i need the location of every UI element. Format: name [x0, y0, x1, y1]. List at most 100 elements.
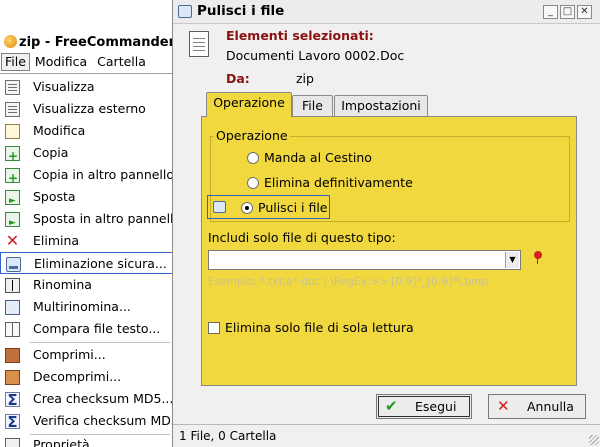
- minimize-button[interactable]: _: [543, 5, 558, 19]
- menu-item-proprieta[interactable]: Proprietà: [0, 434, 173, 447]
- menu-item-elimina[interactable]: ✕ Elimina: [0, 230, 173, 252]
- radio-label: Manda al Cestino: [264, 150, 372, 165]
- status-bar: 1 File, 0 Cartella: [173, 424, 600, 447]
- menu-separator: [30, 342, 170, 343]
- tab-file[interactable]: File: [292, 95, 333, 116]
- delete-icon: ✕: [5, 231, 20, 250]
- checksum-create-icon: Σ: [5, 392, 20, 408]
- resize-grip-icon[interactable]: [589, 435, 599, 445]
- radio-button[interactable]: [247, 177, 259, 189]
- freecommander-app-icon: [4, 35, 17, 48]
- document-icon: [189, 31, 209, 57]
- secure-delete-icon: [6, 257, 21, 272]
- copy-other-panel-icon: [5, 167, 20, 186]
- menu-item-eliminazione-sicura[interactable]: Eliminazione sicura...: [0, 252, 173, 274]
- menu-item-crea-checksum[interactable]: Σ Crea checksum MD5...: [0, 388, 173, 410]
- cancel-button-label: Annulla: [527, 399, 574, 414]
- menu-item-label: Eliminazione sicura...: [34, 256, 167, 271]
- move-other-panel-icon: [5, 212, 20, 230]
- file-type-filter-label: Includi solo file di questo tipo:: [208, 230, 396, 245]
- menu-item-label: Decomprimi...: [33, 369, 122, 384]
- menu-item-label: Proprietà: [33, 437, 90, 447]
- menu-item-label: Sposta: [33, 189, 76, 204]
- operation-group-title: Operazione: [214, 128, 290, 143]
- properties-icon: [5, 438, 20, 447]
- status-text: 1 File, 0 Cartella: [179, 429, 277, 443]
- checkmark-icon: ✔: [385, 397, 398, 415]
- menu-item-copia-altro-pannello[interactable]: Copia in altro pannello: [0, 164, 173, 186]
- menu-item-label: Copia in altro pannello: [33, 167, 173, 182]
- readonly-only-label: Elimina solo file di sola lettura: [225, 320, 414, 335]
- selected-file-name: Documenti Lavoro 0002.Doc: [226, 48, 405, 63]
- file-type-filter-combo[interactable]: ▼: [208, 250, 521, 270]
- tab-impostazioni[interactable]: Impostazioni: [334, 95, 428, 116]
- main-window: zip - FreeCommander File Modifica Cartella…: [0, 0, 175, 447]
- edit-icon: [5, 124, 20, 139]
- dialog-title: Pulisci i file: [197, 3, 285, 19]
- main-window-titlebar: zip - FreeCommander: [0, 33, 175, 53]
- main-menubar: File Modifica Cartella: [0, 53, 175, 71]
- menu-item-label: Rinomina: [33, 277, 92, 292]
- menu-item-multirinomina[interactable]: Multirinomina...: [0, 296, 173, 318]
- pack-icon: [5, 348, 20, 363]
- source-label: Da:: [226, 71, 250, 86]
- operation-tab-panel: Operazione Manda al Cestino Elimina defi…: [201, 116, 577, 386]
- menu-file[interactable]: File: [1, 53, 30, 71]
- file-menu-dropdown: Visualizza Visualizza esterno Modifica C…: [0, 73, 175, 447]
- cancel-button[interactable]: ✕ Annulla: [488, 394, 586, 419]
- run-button-label: Esegui: [415, 399, 457, 414]
- menu-item-label: Modifica: [33, 123, 86, 138]
- source-folder: zip: [296, 71, 314, 86]
- tab-operazione[interactable]: Operazione: [206, 92, 292, 117]
- dialog-titlebar[interactable]: Pulisci i file _ □ ✕: [173, 0, 600, 24]
- selected-items-heading: Elementi selezionati:: [226, 28, 374, 43]
- menu-modifica[interactable]: Modifica: [30, 53, 92, 71]
- menu-item-label: Crea checksum MD5...: [33, 391, 173, 406]
- menu-item-copia[interactable]: Copia: [0, 142, 173, 164]
- menu-item-modifica[interactable]: Modifica: [0, 120, 173, 142]
- move-icon: [5, 190, 20, 208]
- cross-icon: ✕: [497, 397, 510, 415]
- menu-item-label: Multirinomina...: [33, 299, 131, 314]
- multi-rename-icon: [5, 300, 20, 315]
- menu-item-verifica-checksum[interactable]: Σ Verifica checksum MD5...: [0, 410, 173, 432]
- readonly-only-checkbox[interactable]: [208, 322, 220, 334]
- secure-delete-icon: [178, 5, 192, 18]
- checksum-verify-icon: Σ: [5, 414, 20, 430]
- menu-item-label: Elimina: [33, 233, 80, 248]
- wipe-files-dialog: Pulisci i file _ □ ✕ Elementi selezionat…: [172, 0, 600, 447]
- menu-item-label: Copia: [33, 145, 69, 160]
- copy-icon: [5, 145, 20, 164]
- radio-button-checked[interactable]: [241, 202, 253, 214]
- menu-item-rinomina[interactable]: Rinomina: [0, 274, 173, 296]
- chevron-down-icon[interactable]: ▼: [505, 252, 519, 268]
- menu-item-label: Compara file testo...: [33, 321, 161, 336]
- menu-item-sposta[interactable]: Sposta: [0, 186, 173, 208]
- pin-icon[interactable]: [533, 251, 543, 264]
- menu-item-sposta-altro-pannello[interactable]: Sposta in altro pannello: [0, 208, 173, 230]
- menu-item-visualizza[interactable]: Visualizza: [0, 76, 173, 98]
- maximize-button[interactable]: □: [560, 5, 575, 19]
- menu-item-label: Visualizza: [33, 79, 95, 94]
- menu-item-decomprimi[interactable]: Decomprimi...: [0, 366, 173, 388]
- menu-item-label: Verifica checksum MD5...: [33, 413, 173, 428]
- menu-item-compara-file[interactable]: Compara file testo...: [0, 318, 173, 340]
- rename-icon: [5, 278, 20, 293]
- run-button[interactable]: ✔ Esegui: [376, 394, 472, 419]
- menu-item-label: Sposta in altro pannello: [33, 211, 173, 226]
- filter-example-hint: Esempio: *.txt;a*.doc | \RegEx:>> [0-9]*…: [208, 276, 489, 288]
- menu-item-label: Comprimi...: [33, 347, 106, 362]
- menu-item-comprimi[interactable]: Comprimi...: [0, 344, 173, 366]
- menu-cartella[interactable]: Cartella: [92, 53, 151, 71]
- close-button[interactable]: ✕: [577, 5, 592, 19]
- unpack-icon: [5, 370, 20, 385]
- menu-item-label: Visualizza esterno: [33, 101, 146, 116]
- main-window-title: zip - FreeCommander: [19, 35, 175, 50]
- radio-label: Elimina definitivamente: [264, 175, 413, 190]
- menu-item-visualizza-esterno[interactable]: Visualizza esterno: [0, 98, 173, 120]
- secure-delete-icon: [213, 201, 226, 213]
- compare-icon: [5, 322, 20, 337]
- radio-button[interactable]: [247, 152, 259, 164]
- view-icon: [5, 80, 20, 95]
- radio-label: Pulisci i file: [258, 200, 328, 215]
